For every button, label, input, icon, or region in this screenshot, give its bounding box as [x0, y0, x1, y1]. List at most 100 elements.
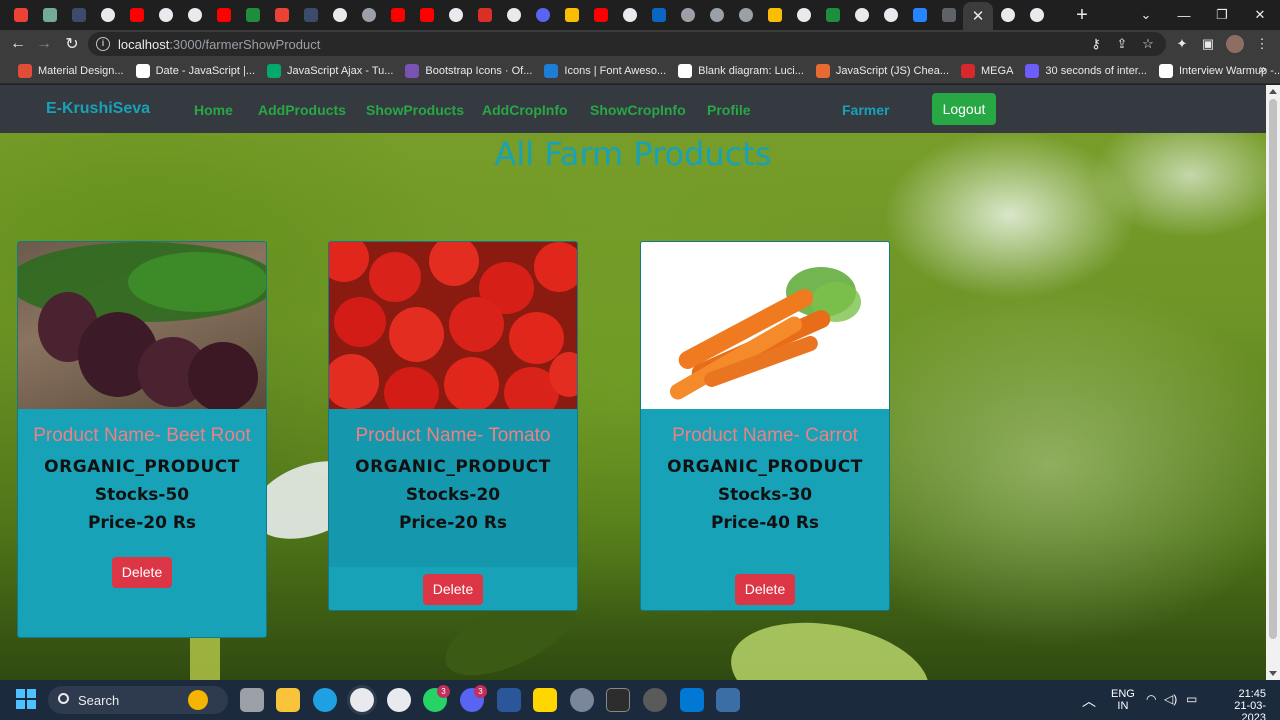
- word-icon[interactable]: [497, 688, 521, 712]
- tab-globe-2[interactable]: [673, 0, 702, 30]
- star-icon[interactable]: ☆: [1140, 36, 1156, 52]
- tab-atlassian[interactable]: [905, 0, 934, 30]
- chrome-icon[interactable]: [350, 688, 374, 712]
- share-icon[interactable]: ⇪: [1114, 36, 1130, 52]
- extensions-icon[interactable]: ✦: [1174, 36, 1190, 52]
- bookmark-item[interactable]: Date - JavaScript |...: [135, 63, 255, 78]
- tab-youtube-3[interactable]: [383, 0, 412, 30]
- tab-google-5[interactable]: [993, 0, 1022, 30]
- vscode-icon[interactable]: [680, 688, 704, 712]
- tab-youtube-2[interactable]: [209, 0, 238, 30]
- nav-link-add-products[interactable]: AddProducts: [258, 102, 346, 118]
- file-explorer-icon[interactable]: [276, 688, 300, 712]
- edge-icon[interactable]: [313, 688, 337, 712]
- bookmark-item[interactable]: JavaScript Ajax - Tu...: [267, 63, 393, 78]
- nav-link-show-crop-info[interactable]: ShowCropInfo: [590, 102, 686, 118]
- nav-link-profile[interactable]: Profile: [707, 102, 751, 118]
- restore-icon[interactable]: ❐: [1202, 0, 1242, 30]
- tab-github[interactable]: [789, 0, 818, 30]
- bookmark-item[interactable]: JavaScript (JS) Chea...: [815, 63, 949, 78]
- page-scrollbar[interactable]: [1266, 85, 1280, 680]
- delete-button[interactable]: Delete: [423, 574, 483, 605]
- tab-doc[interactable]: [934, 0, 963, 30]
- avatar[interactable]: [1226, 35, 1244, 53]
- forward-arrow-icon[interactable]: →: [34, 34, 54, 54]
- close-icon[interactable]: ✕: [972, 7, 985, 25]
- tab-github-2[interactable]: [876, 0, 905, 30]
- delete-button[interactable]: Delete: [735, 574, 795, 605]
- battery-icon[interactable]: ▭: [1186, 692, 1197, 720]
- tab-globe[interactable]: [354, 0, 383, 30]
- tab-search-icon[interactable]: ⌄: [1126, 0, 1166, 30]
- tab-chrome-2[interactable]: [325, 0, 354, 30]
- chrome-profile-icon[interactable]: [387, 688, 411, 712]
- tab-gmail[interactable]: [6, 0, 35, 30]
- sticky-notes-icon[interactable]: [533, 688, 557, 712]
- tray-chevron-up-icon[interactable]: ︿: [1082, 691, 1096, 720]
- nav-link-add-crop-info[interactable]: AddCropInfo: [482, 102, 568, 118]
- scroll-up-icon[interactable]: [1269, 89, 1277, 94]
- tab-drive-2[interactable]: [760, 0, 789, 30]
- windows-start-icon[interactable]: [16, 689, 36, 709]
- tab-drive[interactable]: [557, 0, 586, 30]
- minimize-icon[interactable]: —: [1164, 0, 1204, 30]
- bookmark-item[interactable]: Blank diagram: Luci...: [678, 63, 804, 78]
- menu-kebab-icon[interactable]: ⋮: [1254, 36, 1270, 52]
- brand-logo[interactable]: E-KrushiSeva: [46, 100, 150, 118]
- reload-icon[interactable]: ↻: [62, 34, 82, 54]
- clock[interactable]: 21:45 21-03-2023: [1212, 688, 1266, 720]
- tab-sheet-2[interactable]: [818, 0, 847, 30]
- bookmark-item[interactable]: 30 seconds of inter...: [1025, 63, 1147, 78]
- language-indicator[interactable]: ENG IN: [1111, 688, 1135, 720]
- tab-page-2[interactable]: [296, 0, 325, 30]
- scroll-thumb[interactable]: [1269, 99, 1277, 639]
- delete-button[interactable]: Delete: [112, 557, 172, 588]
- tab-active-close[interactable]: ✕: [963, 2, 993, 30]
- logout-button[interactable]: Logout: [932, 93, 996, 125]
- tab-discord[interactable]: [528, 0, 557, 30]
- bookmark-item[interactable]: MEGA: [961, 63, 1013, 78]
- tab-settings[interactable]: [151, 0, 180, 30]
- tab-chrome[interactable]: [180, 0, 209, 30]
- close-window-icon[interactable]: ✕: [1240, 0, 1280, 30]
- site-info-icon[interactable]: i: [96, 37, 110, 51]
- key-icon[interactable]: ⚷: [1088, 36, 1104, 52]
- volume-icon[interactable]: ◁): [1164, 692, 1177, 720]
- url-text[interactable]: localhost:3000/farmerShowProduct: [118, 37, 320, 52]
- tab-page[interactable]: [64, 0, 93, 30]
- tab-youtube-5[interactable]: [586, 0, 615, 30]
- tab-globe-3[interactable]: [702, 0, 731, 30]
- settings-gear-icon[interactable]: [570, 688, 594, 712]
- tab-google-6[interactable]: [1022, 0, 1051, 30]
- tab-youtube-4[interactable]: [412, 0, 441, 30]
- terminal-icon[interactable]: [606, 688, 630, 712]
- tab-google-3[interactable]: [615, 0, 644, 30]
- wifi-icon[interactable]: ◠: [1146, 692, 1156, 720]
- app-gear-icon[interactable]: [643, 688, 667, 712]
- tab-google-2[interactable]: [441, 0, 470, 30]
- tab-youtube[interactable]: [122, 0, 151, 30]
- tab-gmail-2[interactable]: [267, 0, 296, 30]
- nav-link-show-products[interactable]: ShowProducts: [366, 102, 464, 118]
- tab-sheet[interactable]: [238, 0, 267, 30]
- app-icon[interactable]: [716, 688, 740, 712]
- back-arrow-icon[interactable]: ←: [8, 34, 28, 54]
- bookmark-item[interactable]: Icons | Font Aweso...: [544, 63, 666, 78]
- tab-linkedin[interactable]: [644, 0, 673, 30]
- tab-globe-4[interactable]: [731, 0, 760, 30]
- task-view-icon[interactable]: [240, 688, 264, 712]
- scroll-down-icon[interactable]: [1269, 671, 1277, 676]
- omnibox[interactable]: i localhost:3000/farmerShowProduct ⚷ ⇪ ☆: [88, 32, 1166, 56]
- bookmark-item[interactable]: Material Design...: [18, 63, 124, 78]
- sidepanel-icon[interactable]: ▣: [1200, 36, 1216, 52]
- tab-code[interactable]: [470, 0, 499, 30]
- bookmarks-more-icon[interactable]: »: [1259, 62, 1266, 76]
- bookmark-item[interactable]: Bootstrap Icons · Of...: [405, 63, 532, 78]
- tab-chatgpt[interactable]: [35, 0, 64, 30]
- new-tab-button[interactable]: +: [1067, 0, 1097, 30]
- nav-link-home[interactable]: Home: [194, 102, 233, 118]
- taskbar-search[interactable]: Search: [48, 686, 228, 714]
- tab-chrome-3[interactable]: [499, 0, 528, 30]
- tab-google-4[interactable]: [847, 0, 876, 30]
- tab-google[interactable]: [93, 0, 122, 30]
